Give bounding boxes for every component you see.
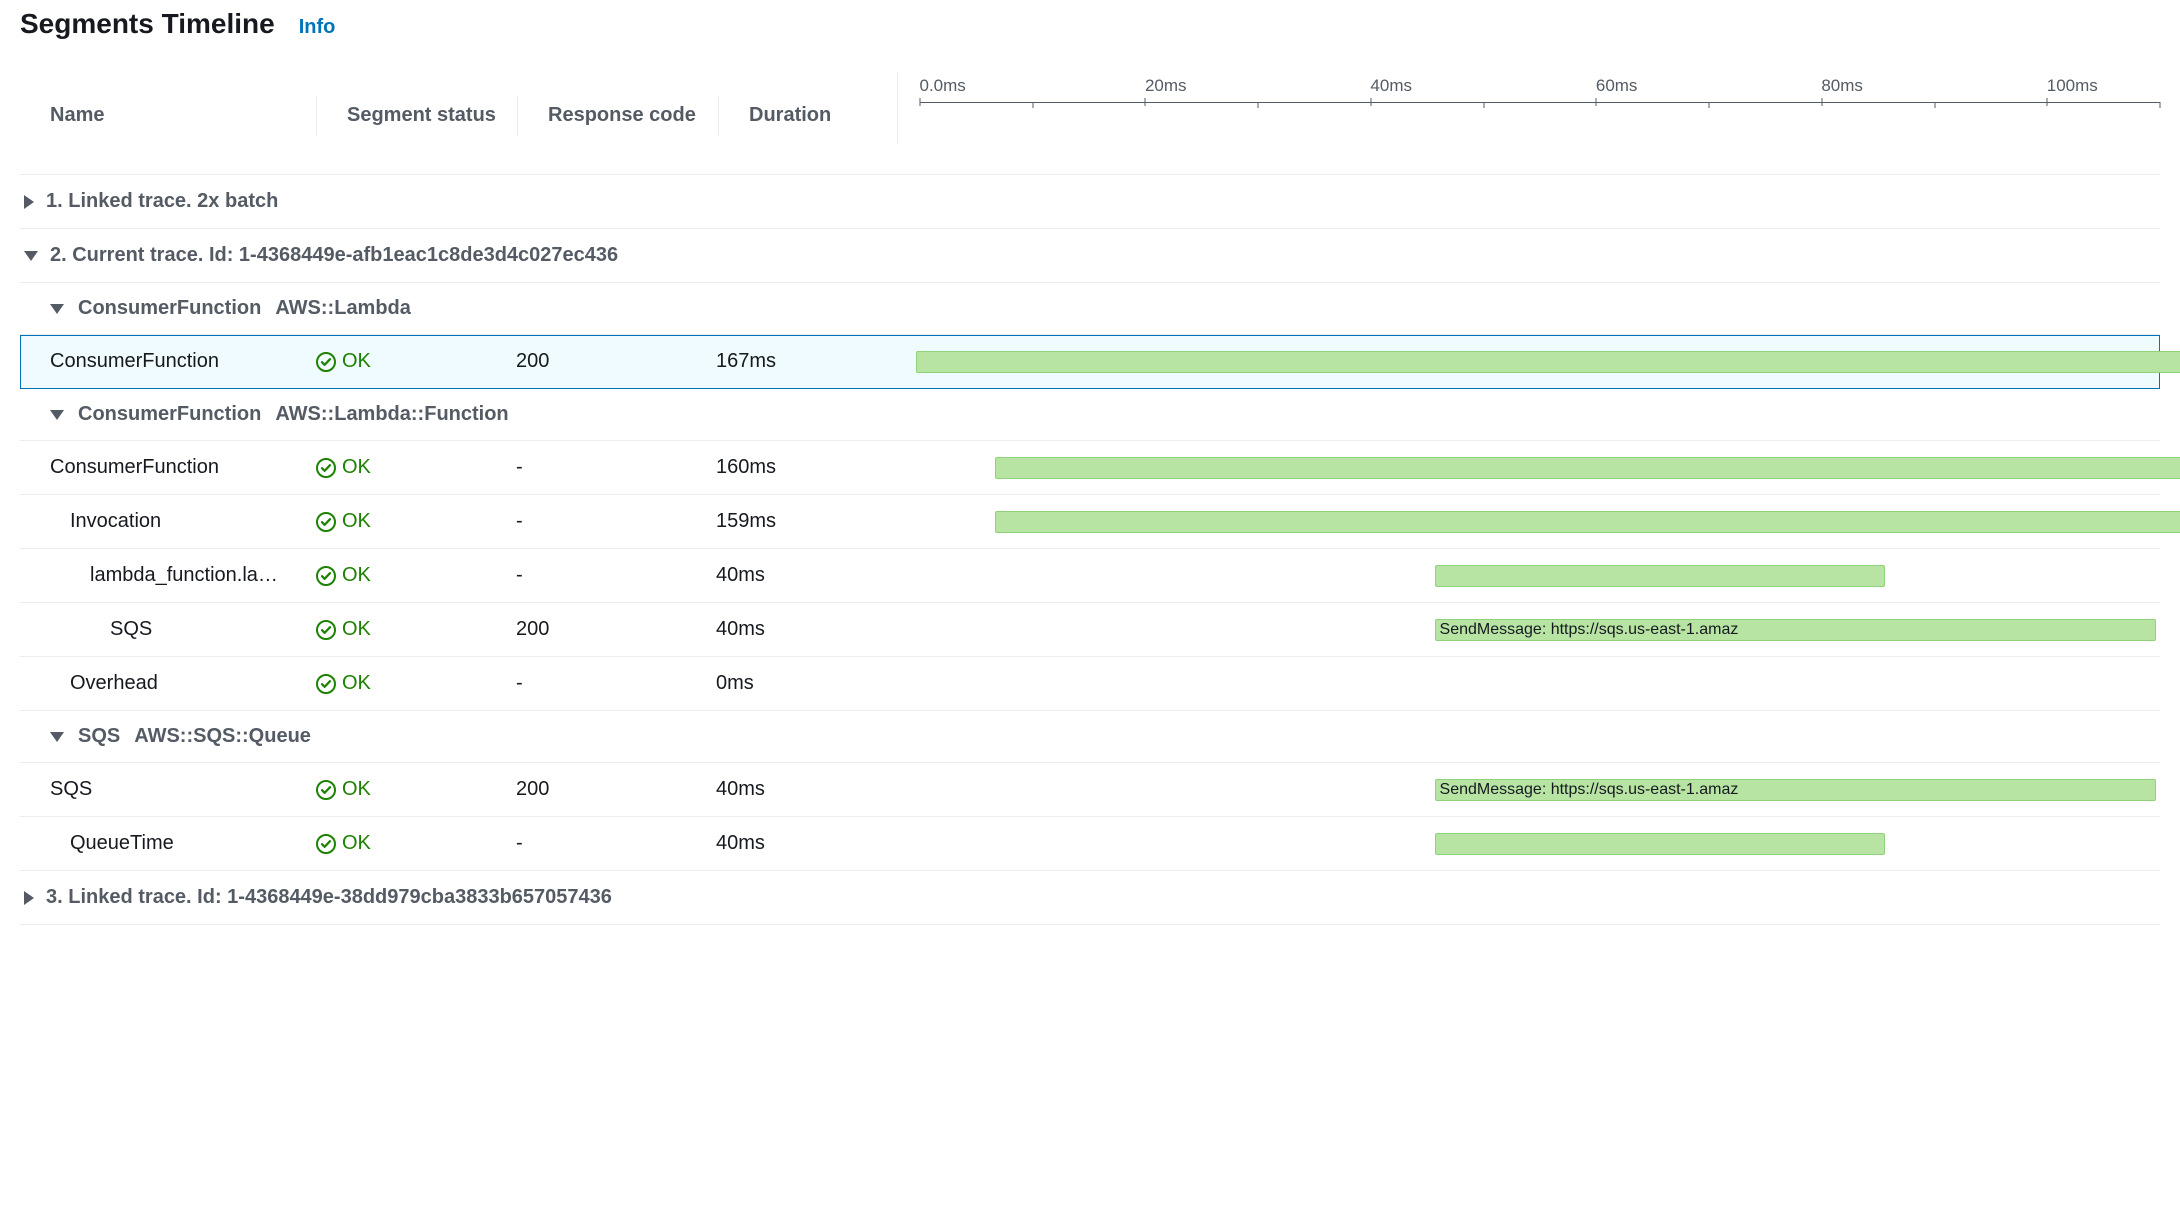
segment-group-type: AWS::Lambda::Function — [275, 403, 508, 426]
segment-response-code: 200 — [516, 350, 716, 373]
caret-down-icon[interactable] — [50, 732, 64, 742]
info-link[interactable]: Info — [299, 16, 336, 39]
segment-group-name: SQS — [78, 725, 120, 748]
segment-duration: 40ms — [716, 618, 894, 641]
segment-bar[interactable] — [916, 351, 2180, 373]
segment-status: OK — [316, 564, 516, 587]
segment-bar[interactable]: SendMessage: https://sqs.us-east-1.amaz — [1435, 779, 2156, 801]
segment-group-type: AWS::SQS::Queue — [134, 725, 311, 748]
segment-name: SQS — [20, 618, 316, 641]
col-header-name: Name — [20, 72, 316, 127]
caret-down-icon[interactable] — [24, 251, 38, 261]
status-ok-icon — [316, 834, 336, 854]
axis-tick: 0.0ms — [920, 76, 921, 106]
status-ok-icon — [316, 620, 336, 640]
page-title: Segments Timeline — [20, 8, 275, 40]
segment-bar-track — [916, 671, 2156, 697]
segment-status: OK — [316, 510, 516, 533]
col-header-status: Segment status — [317, 72, 517, 127]
segment-status: OK — [316, 350, 516, 373]
segment-response-code: 200 — [516, 778, 716, 801]
segment-group-name: ConsumerFunction — [78, 403, 261, 426]
segment-status: OK — [316, 672, 516, 695]
segment-name: ConsumerFunction — [20, 350, 316, 373]
segment-row[interactable]: SQSOK20040ms SendMessage: https://sqs.us-… — [20, 763, 2160, 817]
caret-right-icon[interactable] — [24, 195, 34, 209]
segment-duration: 40ms — [716, 832, 894, 855]
segment-name: SQS — [20, 778, 316, 801]
segment-row[interactable]: lambda_function.la…OK-40ms — [20, 549, 2160, 603]
segment-row[interactable]: ConsumerFunctionOK-160ms — [20, 441, 2160, 495]
status-ok-icon — [316, 458, 336, 478]
status-ok-icon — [316, 352, 336, 372]
trace-label: 1. Linked trace. 2x batch — [46, 190, 278, 213]
segment-bar[interactable] — [1435, 833, 1886, 855]
segment-duration: 160ms — [716, 456, 894, 479]
axis-tick: 80ms — [1821, 76, 1822, 106]
segment-group-row[interactable]: ConsumerFunction AWS::Lambda — [20, 283, 2160, 335]
segment-group-row[interactable]: ConsumerFunction AWS::Lambda::Function — [20, 389, 2160, 441]
segment-response-code: - — [516, 832, 716, 855]
segment-group-type: AWS::Lambda — [275, 297, 411, 320]
segment-bar-track: SendMessage: https://sqs.us-east-1.amaz — [916, 777, 2156, 803]
col-header-resp: Response code — [518, 72, 718, 127]
segment-status: OK — [316, 832, 516, 855]
segment-name: Invocation — [20, 510, 316, 533]
status-ok-icon — [316, 674, 336, 694]
segment-bar[interactable] — [1435, 565, 1886, 587]
axis-tick: 60ms — [1596, 76, 1597, 106]
segment-row[interactable]: InvocationOK-159ms — [20, 495, 2160, 549]
axis-tick: 40ms — [1370, 76, 1371, 106]
segment-status: OK — [316, 456, 516, 479]
segment-name: QueueTime — [20, 832, 316, 855]
trace-row[interactable]: 3. Linked trace. Id: 1-4368449e-38dd979c… — [20, 871, 2160, 925]
segment-response-code: 200 — [516, 618, 716, 641]
segment-bar-track: SendMessage: https://sqs.us-east-1.amaz — [916, 617, 2156, 643]
segment-row[interactable]: OverheadOK-0ms — [20, 657, 2160, 711]
timeline-axis: 0.0ms 20ms 40ms 60ms 80ms 100ms — [920, 76, 2160, 116]
segment-row[interactable]: ConsumerFunctionOK200167ms — [20, 335, 2160, 389]
segment-duration: 167ms — [716, 350, 894, 373]
col-header-dur: Duration — [719, 72, 897, 127]
segment-response-code: - — [516, 564, 716, 587]
segment-bar-track — [916, 455, 2156, 481]
segment-duration: 40ms — [716, 778, 894, 801]
segment-bar[interactable]: SendMessage: https://sqs.us-east-1.amaz — [1435, 619, 2156, 641]
segment-bar-track — [916, 563, 2156, 589]
segment-bar[interactable] — [995, 511, 2180, 533]
segment-status: OK — [316, 618, 516, 641]
segment-row[interactable]: SQSOK20040ms SendMessage: https://sqs.us-… — [20, 603, 2160, 657]
segment-name: ConsumerFunction — [20, 456, 316, 479]
segment-duration: 0ms — [716, 672, 894, 695]
status-ok-icon — [316, 780, 336, 800]
segment-duration: 40ms — [716, 564, 894, 587]
segment-duration: 159ms — [716, 510, 894, 533]
segment-name: lambda_function.la… — [20, 564, 316, 587]
segment-row[interactable]: QueueTimeOK-40ms — [20, 817, 2160, 871]
status-ok-icon — [316, 566, 336, 586]
trace-label: 3. Linked trace. Id: 1-4368449e-38dd979c… — [46, 886, 612, 909]
segment-bar-track — [916, 349, 2156, 375]
caret-down-icon[interactable] — [50, 410, 64, 420]
status-ok-icon — [316, 512, 336, 532]
segment-response-code: - — [516, 510, 716, 533]
trace-row[interactable]: 2. Current trace. Id: 1-4368449e-afb1eac… — [20, 229, 2160, 283]
axis-tick: 100ms — [2047, 76, 2048, 106]
columns-header: Name Segment status Response code Durati… — [20, 72, 2160, 175]
timeline-body: 1. Linked trace. 2x batch 2. Current trac… — [20, 175, 2160, 925]
segment-status: OK — [316, 778, 516, 801]
axis-tick: 20ms — [1145, 76, 1146, 106]
segment-group-name: ConsumerFunction — [78, 297, 261, 320]
segment-bar[interactable] — [995, 457, 2180, 479]
trace-label: 2. Current trace. Id: 1-4368449e-afb1eac… — [50, 244, 618, 267]
segment-bar-track — [916, 509, 2156, 535]
segment-bar-track — [916, 831, 2156, 857]
caret-down-icon[interactable] — [50, 304, 64, 314]
segment-name: Overhead — [20, 672, 316, 695]
segment-response-code: - — [516, 672, 716, 695]
trace-row[interactable]: 1. Linked trace. 2x batch — [20, 175, 2160, 229]
segment-response-code: - — [516, 456, 716, 479]
caret-right-icon[interactable] — [24, 891, 34, 905]
segment-group-row[interactable]: SQS AWS::SQS::Queue — [20, 711, 2160, 763]
